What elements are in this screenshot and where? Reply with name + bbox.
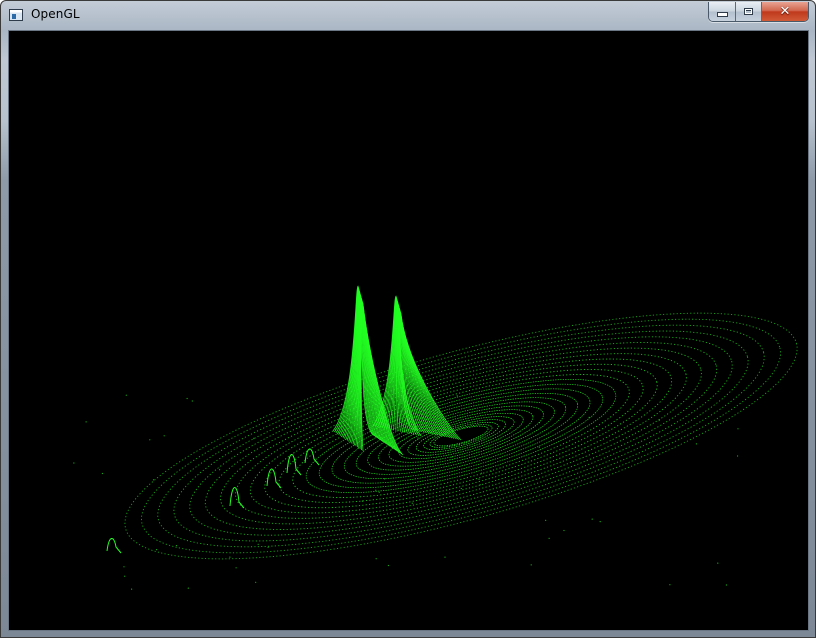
scatter-point	[460, 487, 462, 490]
close-icon: ✕	[779, 4, 791, 19]
scatter-point	[548, 537, 550, 539]
wave-bump	[106, 538, 122, 554]
scatter-point	[314, 460, 316, 462]
orbit-ring	[429, 424, 493, 448]
orbit-ring	[235, 353, 687, 519]
orbit-ring	[173, 330, 749, 542]
orbit-ring	[292, 374, 630, 498]
scatter-point	[530, 564, 532, 566]
scatter-point	[490, 470, 492, 472]
scatter-point	[599, 521, 601, 523]
scatter-point	[725, 584, 728, 586]
scatter-point	[528, 405, 530, 407]
scatter-point	[695, 443, 698, 445]
orbit-ring	[204, 342, 718, 530]
window-controls: ✕	[708, 2, 809, 22]
scatter-point	[717, 562, 719, 564]
scatter-point	[175, 545, 178, 547]
opengl-viewport[interactable]	[8, 30, 809, 631]
app-window-icon[interactable]	[9, 9, 23, 21]
scatter-point	[591, 518, 593, 520]
scatter-point	[73, 462, 75, 464]
minimize-button[interactable]	[709, 2, 736, 21]
scatter-point	[361, 500, 364, 502]
scatter-point	[156, 549, 158, 551]
scatter-point	[152, 479, 155, 481]
minimize-icon	[716, 12, 728, 17]
orbit-ring	[264, 363, 658, 509]
scatter-point	[124, 575, 126, 577]
scatter-point	[378, 491, 380, 493]
scatter-point	[658, 419, 660, 421]
scatter-point	[545, 519, 547, 521]
scatter-point	[737, 428, 739, 430]
scatter-point	[451, 456, 453, 458]
scatter-point	[219, 469, 221, 471]
scattered-points	[73, 394, 739, 590]
orbit-ring	[124, 312, 798, 560]
scatter-point	[85, 421, 87, 423]
scatter-point	[125, 394, 127, 396]
scatter-point	[417, 437, 419, 439]
scatter-point	[131, 588, 133, 590]
scatter-point	[123, 566, 125, 568]
orbit-ring	[367, 401, 555, 471]
wave-peaks	[106, 285, 462, 554]
orbit-ring	[423, 422, 499, 450]
scatter-point	[267, 546, 269, 548]
scatter-point	[294, 461, 297, 464]
orbit-ring	[249, 358, 673, 514]
scatter-point	[456, 395, 458, 397]
scatter-point	[380, 436, 382, 439]
maximize-button[interactable]	[736, 2, 762, 21]
scatter-point	[481, 472, 483, 474]
orbit-ring	[189, 336, 733, 536]
wave-bump	[266, 468, 282, 489]
scatter-point	[411, 502, 413, 504]
scatter-point	[191, 400, 193, 402]
scatter-point	[538, 446, 540, 448]
scatter-point	[257, 543, 259, 545]
orbit-ring	[141, 318, 781, 554]
orbit-ring	[157, 324, 765, 548]
scatter-point	[163, 435, 165, 437]
scatter-point	[255, 581, 257, 583]
scatter-point	[149, 439, 151, 441]
wave-bump	[229, 487, 245, 509]
scatter-point	[375, 489, 377, 491]
scatter-point	[387, 564, 389, 567]
scatter-point	[383, 478, 386, 480]
scatter-point	[253, 437, 255, 439]
window-title: OpenGL	[31, 7, 80, 21]
scatter-point	[186, 397, 188, 400]
scatter-point	[397, 437, 400, 439]
scatter-point	[563, 529, 565, 532]
wave-bump	[286, 454, 302, 476]
scatter-point	[235, 567, 237, 569]
wave-bump	[304, 448, 320, 466]
scatter-point	[229, 556, 231, 558]
close-button[interactable]: ✕	[762, 2, 808, 21]
opengl-window: OpenGL ✕	[0, 0, 816, 638]
scatter-point	[669, 584, 671, 586]
scatter-point	[375, 558, 377, 560]
scatter-point	[444, 556, 446, 558]
maximize-icon	[744, 8, 753, 15]
scatter-point	[478, 478, 480, 480]
scatter-point	[187, 587, 189, 589]
scatter-point	[101, 472, 103, 475]
orbit-ring	[415, 419, 507, 453]
scatter-point	[479, 484, 481, 486]
scatter-point	[383, 408, 385, 410]
title-bar[interactable]: OpenGL ✕	[1, 1, 815, 29]
scatter-point	[538, 422, 541, 424]
attractor-render	[73, 285, 798, 590]
scatter-point	[737, 455, 739, 457]
orbit-rings	[124, 312, 798, 560]
scatter-point	[588, 416, 590, 418]
